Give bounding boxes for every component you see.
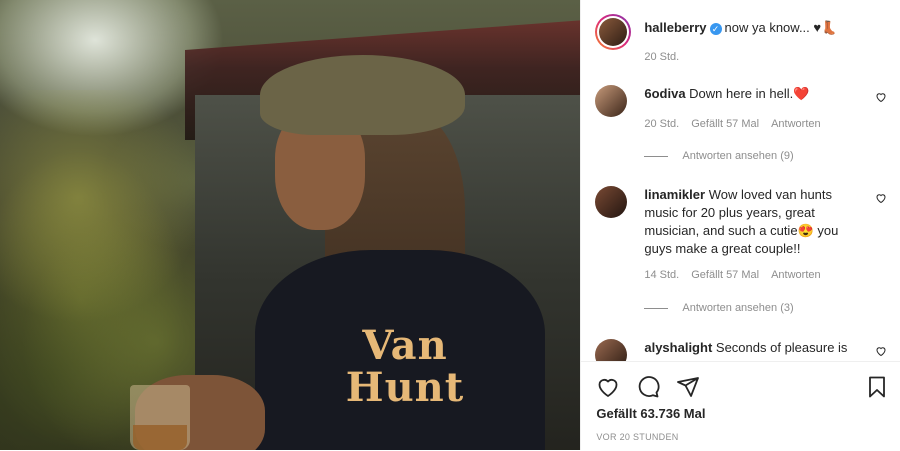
avatar[interactable] — [595, 85, 628, 117]
photo-person: Van Hunt — [135, 55, 555, 450]
comment-meta: 14 Std. Gefällt 57 Mal Antworten — [644, 269, 832, 281]
action-bar: Gefällt 63.736 Mal VOR 20 STUNDEN — [581, 361, 900, 451]
comment-likes[interactable]: Gefällt 57 Mal — [691, 118, 759, 130]
comment-likes[interactable]: Gefällt 57 Mal — [691, 269, 759, 281]
verified-icon: ✓ — [709, 22, 722, 35]
comment-body: Seconds of pleasure is — [715, 340, 848, 355]
reply-link[interactable]: Antworten — [771, 118, 821, 130]
share-icon[interactable] — [675, 374, 701, 400]
post-caption-text: now ya know... ♥👢 — [724, 20, 838, 35]
post-date: VOR 20 STUNDEN — [596, 432, 679, 442]
post-caption: halleberry ✓ now ya know... ♥👢 — [644, 20, 837, 36]
heart-icon[interactable] — [875, 192, 887, 207]
likes-count[interactable]: Gefällt 63.736 Mal — [596, 406, 705, 421]
comment-text: linamikler Wow loved van hunts music for… — [644, 186, 854, 258]
bookmark-icon[interactable] — [864, 374, 890, 400]
comment-item: 6odiva Down here in hell.❤️ 20 Std. Gefäl… — [595, 85, 887, 165]
photo-hat — [260, 55, 465, 135]
comment-username[interactable]: 6odiva — [644, 86, 685, 101]
shirt-print-line2: Hunt — [345, 364, 465, 411]
post-time: 20 Std. — [644, 51, 680, 63]
heart-icon[interactable] — [875, 91, 887, 106]
comment-meta: 20 Std. Gefällt 57 Mal Antworten — [644, 118, 832, 130]
comment-username[interactable]: linamikler — [644, 187, 705, 202]
replies-line — [644, 307, 669, 309]
post-sidebar: halleberry ✓ now ya know... ♥👢 20 Std. 6od… — [580, 0, 900, 451]
view-replies[interactable]: Antworten ansehen (3) — [644, 302, 794, 314]
post-username[interactable]: halleberry — [644, 20, 706, 35]
comment-time: 14 Std. — [644, 269, 680, 281]
photo-glass-liquid — [133, 425, 187, 450]
comment-body: Down here in hell.❤️ — [689, 86, 810, 101]
comment-text: alyshalight Seconds of pleasure is — [644, 339, 854, 357]
shirt-print-line1: Van — [362, 322, 448, 369]
comment-item: linamikler Wow loved van hunts music for… — [595, 186, 887, 321]
view-replies-label[interactable]: Antworten ansehen (9) — [682, 150, 793, 162]
comment-item: alyshalight Seconds of pleasure is — [595, 339, 887, 361]
comment-time: 20 Std. — [644, 118, 680, 130]
avatar[interactable] — [595, 186, 628, 218]
comment-username[interactable]: alyshalight — [644, 340, 712, 355]
view-replies[interactable]: Antworten ansehen (9) — [644, 150, 794, 162]
avatar — [599, 18, 628, 46]
replies-line — [644, 155, 669, 157]
reply-link[interactable]: Antworten — [771, 269, 821, 281]
heart-icon[interactable] — [595, 374, 621, 400]
post-photo[interactable]: Van Hunt — [0, 0, 581, 450]
avatar[interactable] — [595, 339, 628, 361]
view-replies-label[interactable]: Antworten ansehen (3) — [682, 302, 793, 314]
shirt-print: Van Hunt — [295, 325, 515, 409]
comment-text: 6odiva Down here in hell.❤️ — [644, 85, 854, 103]
comment-icon[interactable] — [635, 374, 661, 400]
action-icons — [595, 374, 701, 400]
post-author-avatar[interactable] — [595, 14, 632, 50]
heart-icon[interactable] — [875, 345, 887, 360]
